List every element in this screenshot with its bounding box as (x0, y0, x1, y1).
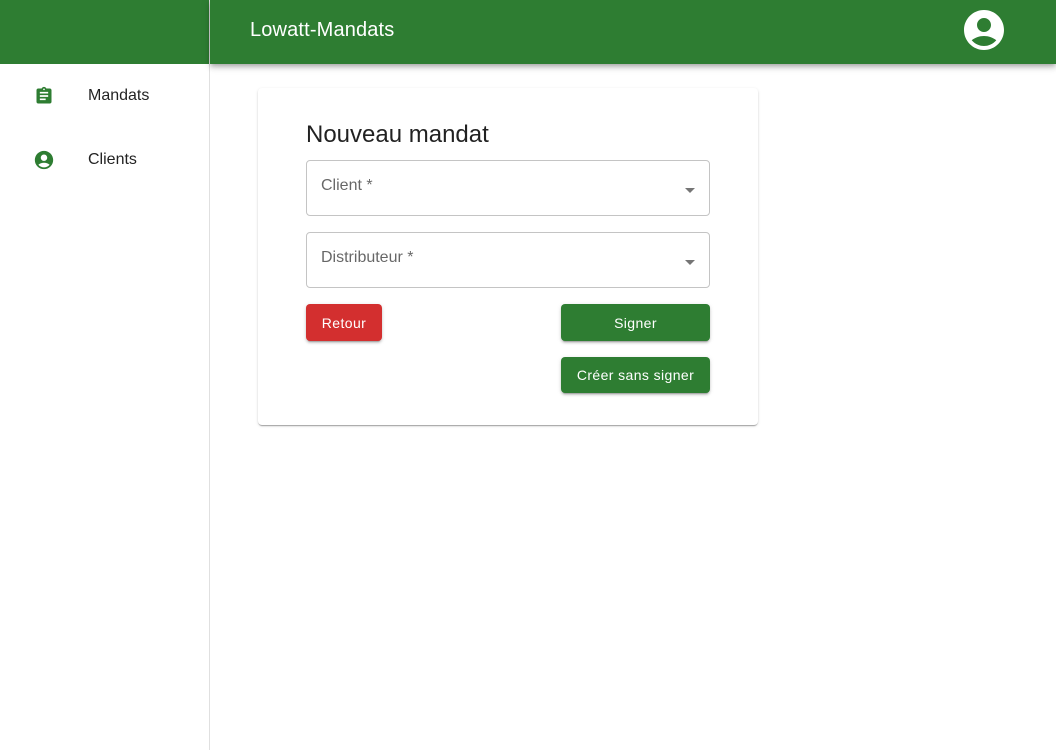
app-bar: Lowatt-Mandats (210, 0, 1056, 64)
client-select-label: Client * (321, 177, 373, 194)
sidebar-item-mandats[interactable]: Mandats (0, 64, 209, 128)
clipboard-icon (33, 85, 55, 107)
account-circle-icon (960, 6, 1008, 59)
account-button[interactable] (962, 9, 1006, 54)
distributeur-select-label: Distributeur * (321, 249, 414, 266)
sidebar: Mandats Clients (0, 0, 210, 750)
sign-button[interactable]: Signer (561, 304, 710, 341)
sidebar-item-label: Mandats (88, 87, 150, 104)
sidebar-header (0, 0, 209, 64)
new-mandate-card: Nouveau mandat Client * Distributeur * R… (258, 88, 758, 425)
distributeur-select[interactable]: Distributeur * (306, 232, 710, 288)
account-circle-icon (33, 149, 55, 171)
dropdown-arrow-icon (683, 255, 697, 265)
back-button[interactable]: Retour (306, 304, 382, 341)
sidebar-item-clients[interactable]: Clients (0, 128, 209, 192)
sidebar-item-label: Clients (88, 151, 137, 168)
create-without-signing-button[interactable]: Créer sans signer (561, 357, 710, 393)
client-select[interactable]: Client * (306, 160, 710, 216)
dropdown-arrow-icon (683, 183, 697, 193)
app-title: Lowatt-Mandats (250, 19, 395, 41)
page-title: Nouveau mandat (306, 121, 489, 148)
